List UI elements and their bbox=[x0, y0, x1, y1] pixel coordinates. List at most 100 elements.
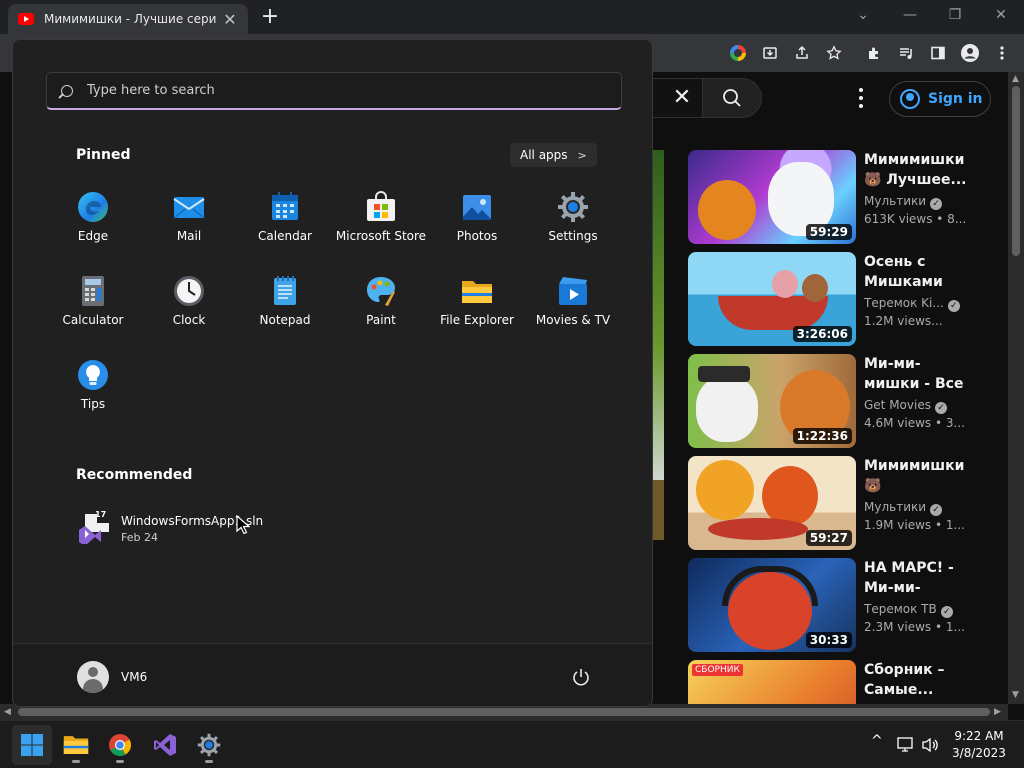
tab-close-icon[interactable]: ✕ bbox=[222, 10, 238, 29]
video-duration: 59:27 bbox=[805, 530, 852, 546]
scroll-down-icon[interactable]: ▼ bbox=[1012, 690, 1019, 700]
clock-time: 9:22 AM bbox=[954, 729, 1004, 743]
profile-icon[interactable] bbox=[959, 42, 981, 64]
video-views: 1.2M views... bbox=[864, 314, 943, 328]
scroll-right-icon[interactable]: ▶ bbox=[994, 707, 1001, 717]
video-title[interactable]: Ми-ми-мишки - Все серии... bbox=[864, 354, 972, 394]
clock-icon bbox=[174, 276, 204, 306]
taskbar-chrome[interactable] bbox=[100, 725, 140, 765]
all-apps-button[interactable]: All apps > bbox=[510, 143, 597, 167]
close-window-button[interactable]: ✕ bbox=[986, 4, 1016, 26]
scroll-left-icon[interactable]: ◀ bbox=[4, 707, 11, 717]
vertical-scrollbar[interactable]: ▲ ▼ bbox=[1008, 72, 1024, 704]
movies-icon bbox=[559, 277, 587, 305]
side-panel-icon[interactable] bbox=[927, 42, 949, 64]
share-icon[interactable] bbox=[791, 42, 813, 64]
recommendation-item[interactable]: 59:29 Мимимишки 🐻 Лучшее... Мультики ✓ 61… bbox=[688, 150, 1008, 244]
network-icon[interactable] bbox=[897, 737, 915, 753]
sign-in-button[interactable]: Sign in bbox=[889, 81, 991, 117]
channel-label: Теремок ТВ bbox=[864, 602, 937, 616]
user-avatar[interactable] bbox=[77, 661, 109, 693]
video-thumbnail[interactable]: 1:22:36 bbox=[688, 354, 856, 448]
verified-check-icon: ✓ bbox=[930, 504, 943, 516]
pinned-app-mail[interactable]: Mail bbox=[141, 185, 237, 261]
recommendation-item[interactable]: 3:26:06 Осень с Мишками 🍃... Теремок Ki.… bbox=[688, 252, 1008, 346]
recommendation-item[interactable]: 1:22:36 Ми-ми-мишки - Все серии... Get M… bbox=[688, 354, 1008, 448]
video-title[interactable]: Осень с Мишками 🍃... bbox=[864, 252, 972, 292]
app-label: Notepad bbox=[259, 313, 311, 327]
pinned-app-notepad[interactable]: Notepad bbox=[237, 269, 333, 345]
pinned-app-edge[interactable]: Edge bbox=[45, 185, 141, 261]
taskbar-settings[interactable] bbox=[189, 725, 229, 765]
pinned-app-clock[interactable]: Clock bbox=[141, 269, 237, 345]
channel-name[interactable]: Мультики ✓ bbox=[864, 194, 974, 210]
pinned-app-calendar[interactable]: Calendar bbox=[237, 185, 333, 261]
start-search-input[interactable]: Type here to search bbox=[46, 72, 622, 110]
youtube-search-button[interactable] bbox=[702, 78, 762, 118]
pinned-app-microsoft-store[interactable]: Microsoft Store bbox=[333, 185, 429, 261]
scroll-up-icon[interactable]: ▲ bbox=[1012, 74, 1019, 84]
channel-name[interactable]: Мультики ✓ bbox=[864, 500, 974, 516]
pinned-app-tips[interactable]: Tips bbox=[45, 353, 141, 429]
volume-icon[interactable] bbox=[921, 737, 939, 753]
video-thumbnail[interactable]: СБОРНИК bbox=[688, 660, 856, 704]
google-lens-icon[interactable] bbox=[727, 42, 749, 64]
recommended-item[interactable]: 17 WindowsFormsApp1.sln Feb 24 bbox=[73, 510, 313, 550]
store-icon bbox=[367, 191, 395, 221]
user-name[interactable]: VM6 bbox=[121, 670, 147, 684]
tab-search-icon[interactable]: ⌄ bbox=[848, 4, 878, 26]
mail-icon bbox=[173, 197, 205, 219]
video-player-edge bbox=[652, 150, 664, 480]
bookmark-star-icon[interactable] bbox=[823, 42, 845, 64]
browser-tab[interactable]: Мимимишки - Лучшие серии с ✕ bbox=[8, 4, 248, 34]
video-title[interactable]: НА МАРС! - Ми-ми-мишк... bbox=[864, 558, 972, 598]
recommendation-item[interactable]: СБОРНИК Сборник – Самые... bbox=[688, 660, 1008, 704]
pinned-app-movies-tv[interactable]: Movies & TV bbox=[525, 269, 621, 345]
recommendation-item[interactable]: 59:27 Мимимишки 🐻 Пещера,... Мультики✓ 1… bbox=[688, 456, 1008, 550]
channel-label: Get Movies bbox=[864, 398, 931, 412]
media-controls-icon[interactable] bbox=[895, 42, 917, 64]
video-views: 2.3M views • 1... bbox=[864, 620, 965, 634]
photos-icon bbox=[463, 195, 491, 220]
channel-name[interactable]: Теремок Ki... ✓ bbox=[864, 296, 974, 312]
system-clock[interactable]: 9:22 AM 3/8/2023 bbox=[944, 728, 1014, 762]
video-thumbnail[interactable]: 59:29 bbox=[688, 150, 856, 244]
video-thumbnail[interactable]: 3:26:06 bbox=[688, 252, 856, 346]
app-label: Edge bbox=[77, 229, 109, 243]
channel-name[interactable]: Теремок ТВ ✓ bbox=[864, 602, 974, 618]
clear-search-icon[interactable]: ✕ bbox=[670, 86, 694, 110]
scrollbar-thumb[interactable] bbox=[1012, 86, 1020, 256]
video-title[interactable]: Сборник – Самые... bbox=[864, 660, 972, 700]
app-label: File Explorer bbox=[440, 313, 514, 327]
install-app-icon[interactable] bbox=[759, 42, 781, 64]
show-hidden-icons-button[interactable]: ^ bbox=[871, 733, 883, 749]
pinned-app-paint[interactable]: Paint bbox=[333, 269, 429, 345]
restore-button[interactable]: ❐ bbox=[940, 4, 970, 26]
settings-kebab-icon[interactable] bbox=[855, 88, 867, 108]
browser-menu-icon[interactable] bbox=[991, 42, 1013, 64]
clock-date: 3/8/2023 bbox=[952, 746, 1006, 760]
pinned-app-calculator[interactable]: Calculator bbox=[45, 269, 141, 345]
channel-name[interactable]: Get Movies ✓ bbox=[864, 398, 974, 414]
video-views: 613K views • 8... bbox=[864, 212, 967, 226]
taskbar-visual-studio[interactable] bbox=[145, 725, 185, 765]
video-title[interactable]: Мимимишки 🐻 Лучшее... bbox=[864, 150, 972, 190]
taskbar-file-explorer[interactable] bbox=[56, 725, 96, 765]
video-title[interactable]: Мимимишки 🐻 Пещера,... bbox=[864, 456, 972, 496]
pinned-app-photos[interactable]: Photos bbox=[429, 185, 525, 261]
power-icon[interactable] bbox=[571, 667, 591, 687]
scrollbar-thumb[interactable] bbox=[18, 708, 990, 716]
pinned-app-settings[interactable]: Settings bbox=[525, 185, 621, 261]
video-thumbnail[interactable]: 59:27 bbox=[688, 456, 856, 550]
chevron-right-icon: > bbox=[577, 148, 587, 162]
app-label: Mail bbox=[176, 229, 202, 243]
verified-check-icon: ✓ bbox=[930, 198, 943, 210]
minimize-button[interactable]: — bbox=[895, 4, 925, 26]
new-tab-button[interactable]: + bbox=[259, 4, 281, 30]
start-button[interactable] bbox=[12, 725, 52, 765]
extensions-icon[interactable] bbox=[863, 42, 885, 64]
video-thumbnail[interactable]: 30:33 bbox=[688, 558, 856, 652]
recommendation-item[interactable]: 30:33 НА МАРС! - Ми-ми-мишк... Теремок Т… bbox=[688, 558, 1008, 652]
version-badge: 17 bbox=[95, 510, 107, 519]
pinned-app-file-explorer[interactable]: File Explorer bbox=[429, 269, 525, 345]
